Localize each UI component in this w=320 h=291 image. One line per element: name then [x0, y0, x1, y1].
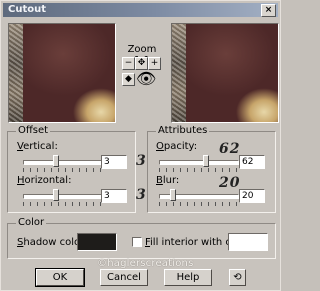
- result-image: [186, 24, 278, 122]
- opacity-label: Opacity:: [156, 141, 198, 152]
- zoom-out-button[interactable]: −: [122, 57, 135, 70]
- result-preview[interactable]: [171, 23, 279, 123]
- attributes-group-title: Attributes: [156, 125, 210, 136]
- slider-ticks: [23, 168, 101, 172]
- slider-thumb[interactable]: [52, 189, 59, 201]
- horizontal-annotation: 3: [136, 187, 147, 203]
- vertical-value-field[interactable]: 3: [101, 155, 127, 169]
- source-preview[interactable]: [8, 23, 116, 123]
- opacity-slider[interactable]: [159, 153, 239, 175]
- proof-toggle-button[interactable]: ◆: [122, 73, 135, 86]
- help-button[interactable]: Help: [164, 269, 212, 286]
- shadow-color-swatch[interactable]: [77, 233, 117, 251]
- border-texture: [172, 24, 186, 122]
- blur-label: Blur:: [156, 175, 180, 186]
- fill-interior-checkbox[interactable]: [132, 237, 142, 247]
- vertical-slider[interactable]: [23, 153, 103, 175]
- cancel-button[interactable]: Cancel: [100, 269, 148, 286]
- reset-icon: ⟲: [233, 272, 242, 283]
- color-group-title: Color: [16, 217, 47, 228]
- zoom-in-icon: +: [150, 58, 159, 68]
- vertical-label: Vertical:: [17, 141, 58, 152]
- title-bar[interactable]: Cutout ×: [3, 3, 278, 17]
- slider-thumb[interactable]: [202, 155, 209, 167]
- slider-track: [23, 160, 103, 165]
- slider-ticks: [159, 168, 237, 172]
- fill-color-swatch[interactable]: [228, 233, 268, 251]
- horizontal-label: Horizontal:: [17, 175, 72, 186]
- ok-button[interactable]: OK: [35, 268, 85, 287]
- blur-value-field[interactable]: 20: [239, 189, 265, 203]
- border-texture: [9, 24, 23, 122]
- close-button[interactable]: ×: [261, 4, 276, 17]
- cutout-dialog: Cutout × Zoom 1:1 − ✥ + ◆ 👁 Offset Verti…: [0, 0, 281, 291]
- vertical-annotation: 3: [136, 153, 147, 169]
- opacity-value-field[interactable]: 62: [239, 155, 265, 169]
- blur-slider[interactable]: [159, 187, 239, 209]
- window-title: Cutout: [8, 4, 47, 15]
- source-image: [23, 24, 115, 122]
- offset-group-title: Offset: [16, 125, 51, 136]
- slider-track: [159, 160, 239, 165]
- zoom-out-icon: −: [124, 58, 133, 68]
- slider-ticks: [159, 202, 237, 206]
- move-icon: ✥: [137, 58, 146, 68]
- horizontal-slider[interactable]: [23, 187, 103, 209]
- horizontal-value-field[interactable]: 3: [101, 189, 127, 203]
- slider-track: [23, 194, 103, 199]
- reset-button[interactable]: ⟲: [229, 269, 246, 286]
- slider-ticks: [23, 202, 101, 206]
- watermark: ©haglerscreations: [97, 258, 194, 269]
- slider-thumb[interactable]: [52, 155, 59, 167]
- proof-toggle-icon: ◆: [125, 74, 132, 84]
- slider-thumb[interactable]: [170, 189, 177, 201]
- eye-icon[interactable]: 👁: [136, 71, 160, 87]
